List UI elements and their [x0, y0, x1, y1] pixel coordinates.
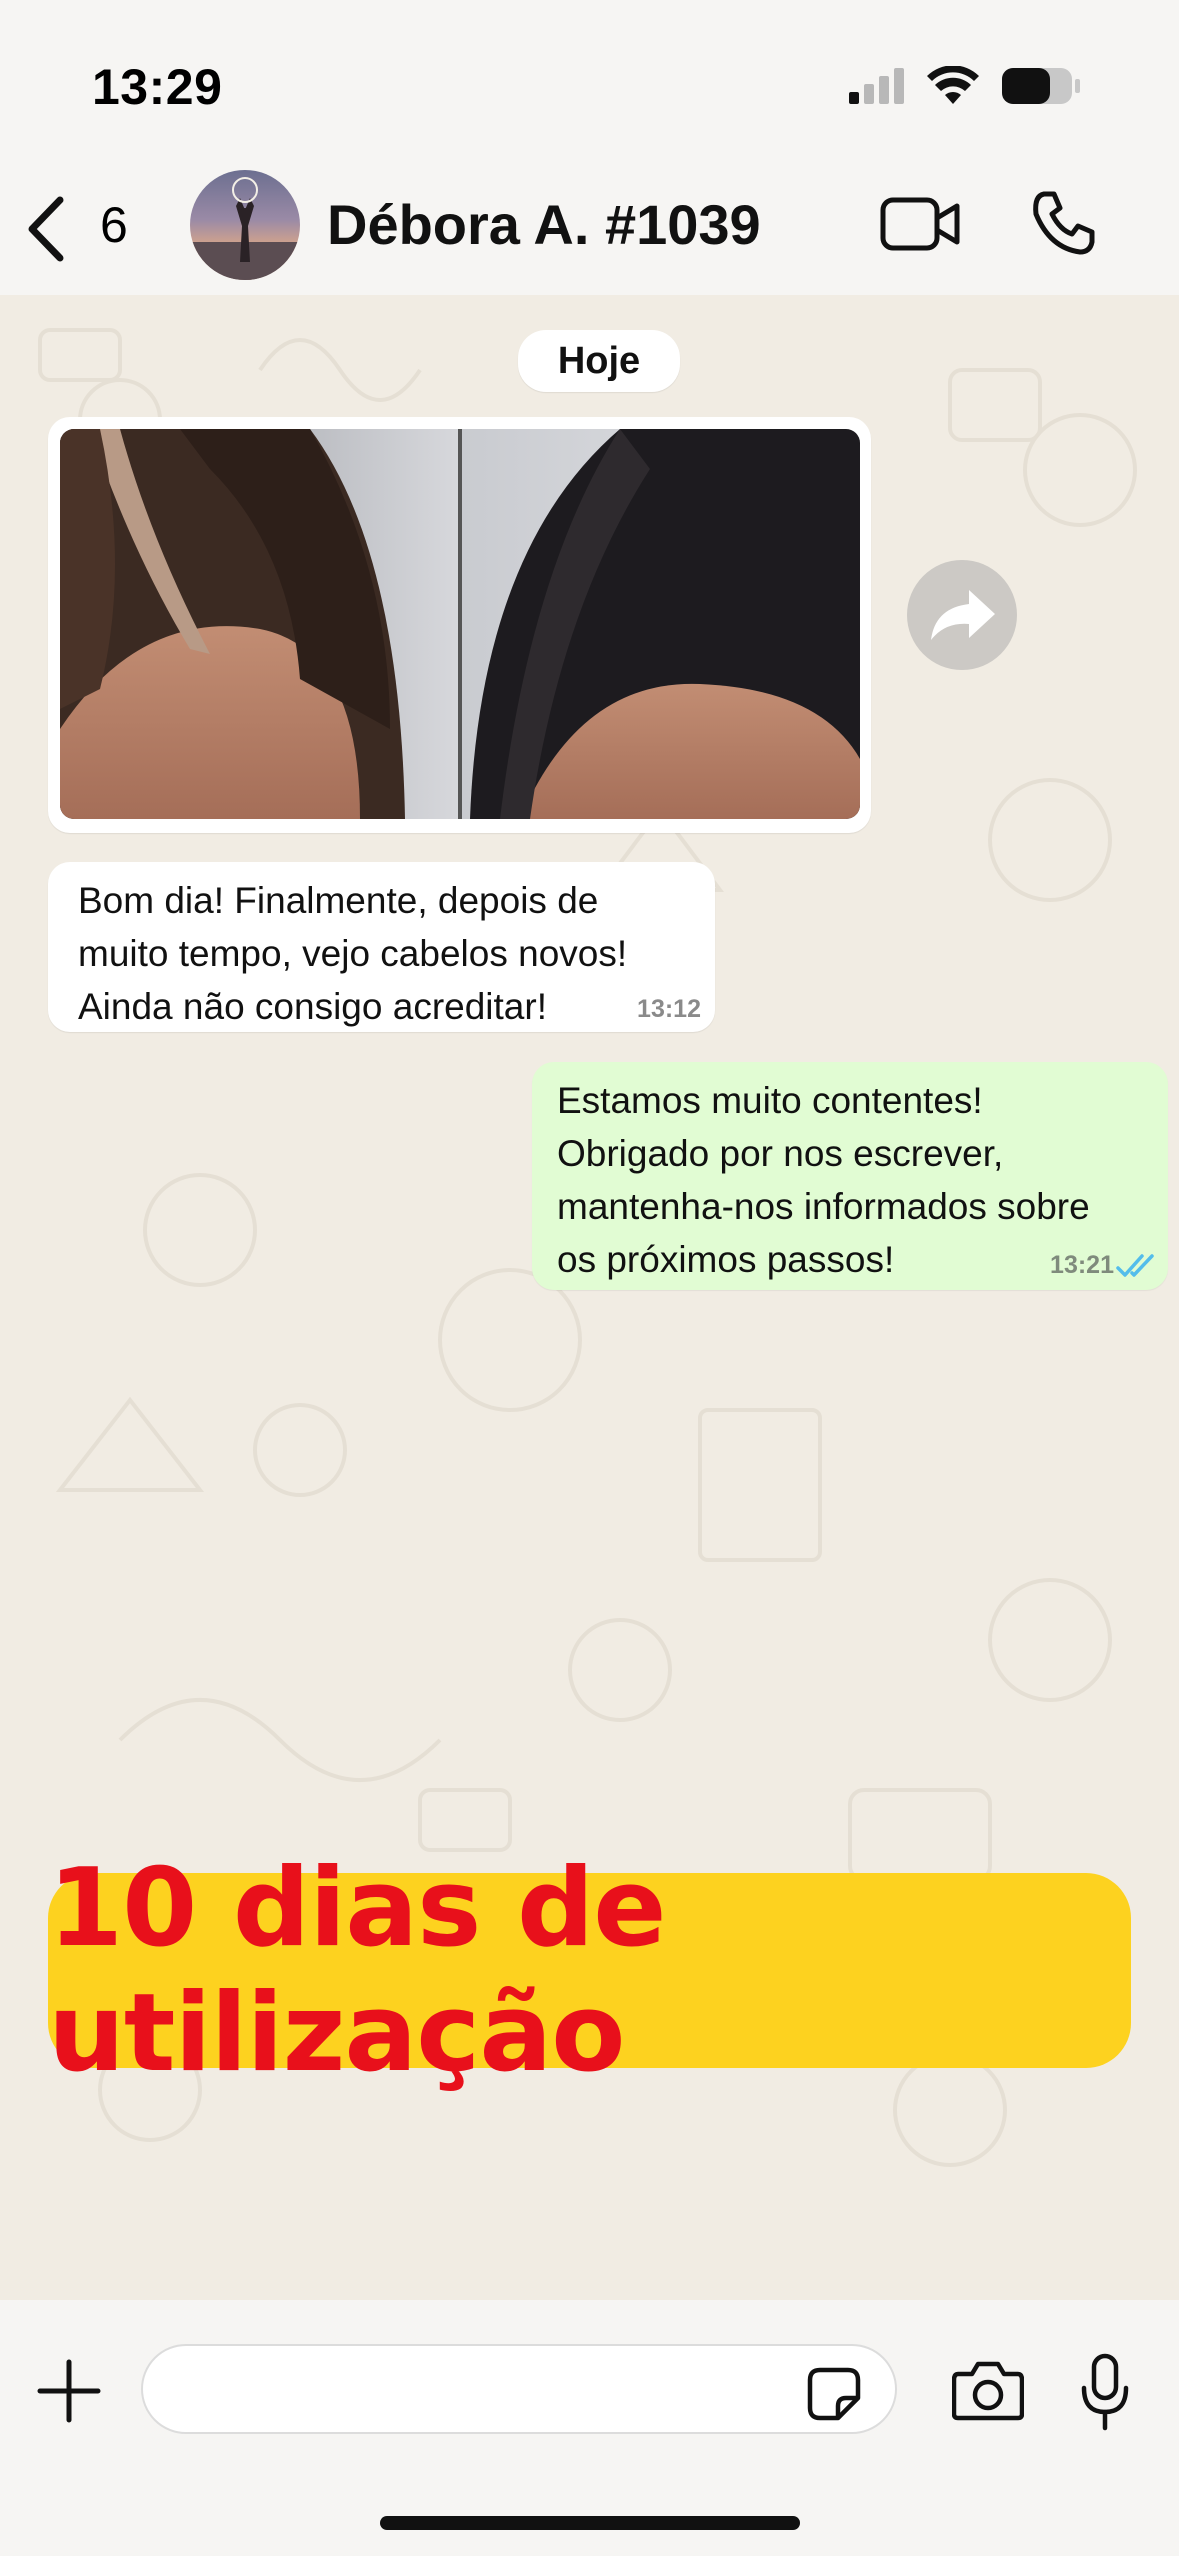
back-chevron-icon[interactable]: [22, 194, 72, 264]
outgoing-message-time: 13:21: [1050, 1251, 1114, 1279]
camera-icon[interactable]: [952, 2360, 1024, 2422]
status-icons: [849, 64, 1081, 108]
promo-banner: 10 dias de utilização: [48, 1846, 1131, 2096]
home-indicator[interactable]: [380, 2516, 800, 2530]
hair-comparison-image: [60, 429, 860, 819]
forward-arrow-icon: [931, 590, 995, 640]
contact-avatar[interactable]: [190, 170, 300, 280]
before-after-hair-photo[interactable]: [60, 429, 860, 819]
forward-button[interactable]: [907, 560, 1017, 670]
wifi-icon: [927, 66, 979, 104]
promo-text: 10 dias de utilização: [48, 1845, 667, 2096]
phone-call-icon[interactable]: [1030, 190, 1096, 256]
microphone-icon[interactable]: [1080, 2352, 1130, 2432]
contact-name[interactable]: Débora A. #1039: [327, 192, 761, 257]
date-chip: Hoje: [518, 330, 680, 392]
read-receipt-icon: [1116, 1254, 1154, 1277]
incoming-message-time: 13:12: [637, 995, 701, 1023]
sticker-icon[interactable]: [806, 2366, 862, 2422]
incoming-message-text: Bom dia! Finalmente, depois de muito tem…: [78, 880, 628, 1027]
video-call-icon[interactable]: [880, 194, 960, 254]
image-message[interactable]: [48, 417, 871, 833]
avatar-photo: [190, 177, 300, 280]
incoming-message[interactable]: Bom dia! Finalmente, depois de muito tem…: [48, 862, 715, 1032]
status-bar: 13:29: [0, 0, 1179, 150]
message-input[interactable]: [141, 2344, 897, 2434]
battery-icon: [1002, 68, 1080, 104]
outgoing-message[interactable]: Estamos muito contentes! Obrigado por no…: [532, 1062, 1168, 1290]
chat-screen: 13:29 6 Débora A. #1039 Hoje Bom dia! Fi…: [0, 0, 1179, 2556]
unread-count[interactable]: 6: [100, 196, 128, 254]
chat-header: 6 Débora A. #1039: [0, 150, 1179, 295]
status-time: 13:29: [92, 59, 223, 115]
plus-icon[interactable]: [36, 2358, 102, 2424]
cellular-signal-icon: [849, 68, 904, 104]
